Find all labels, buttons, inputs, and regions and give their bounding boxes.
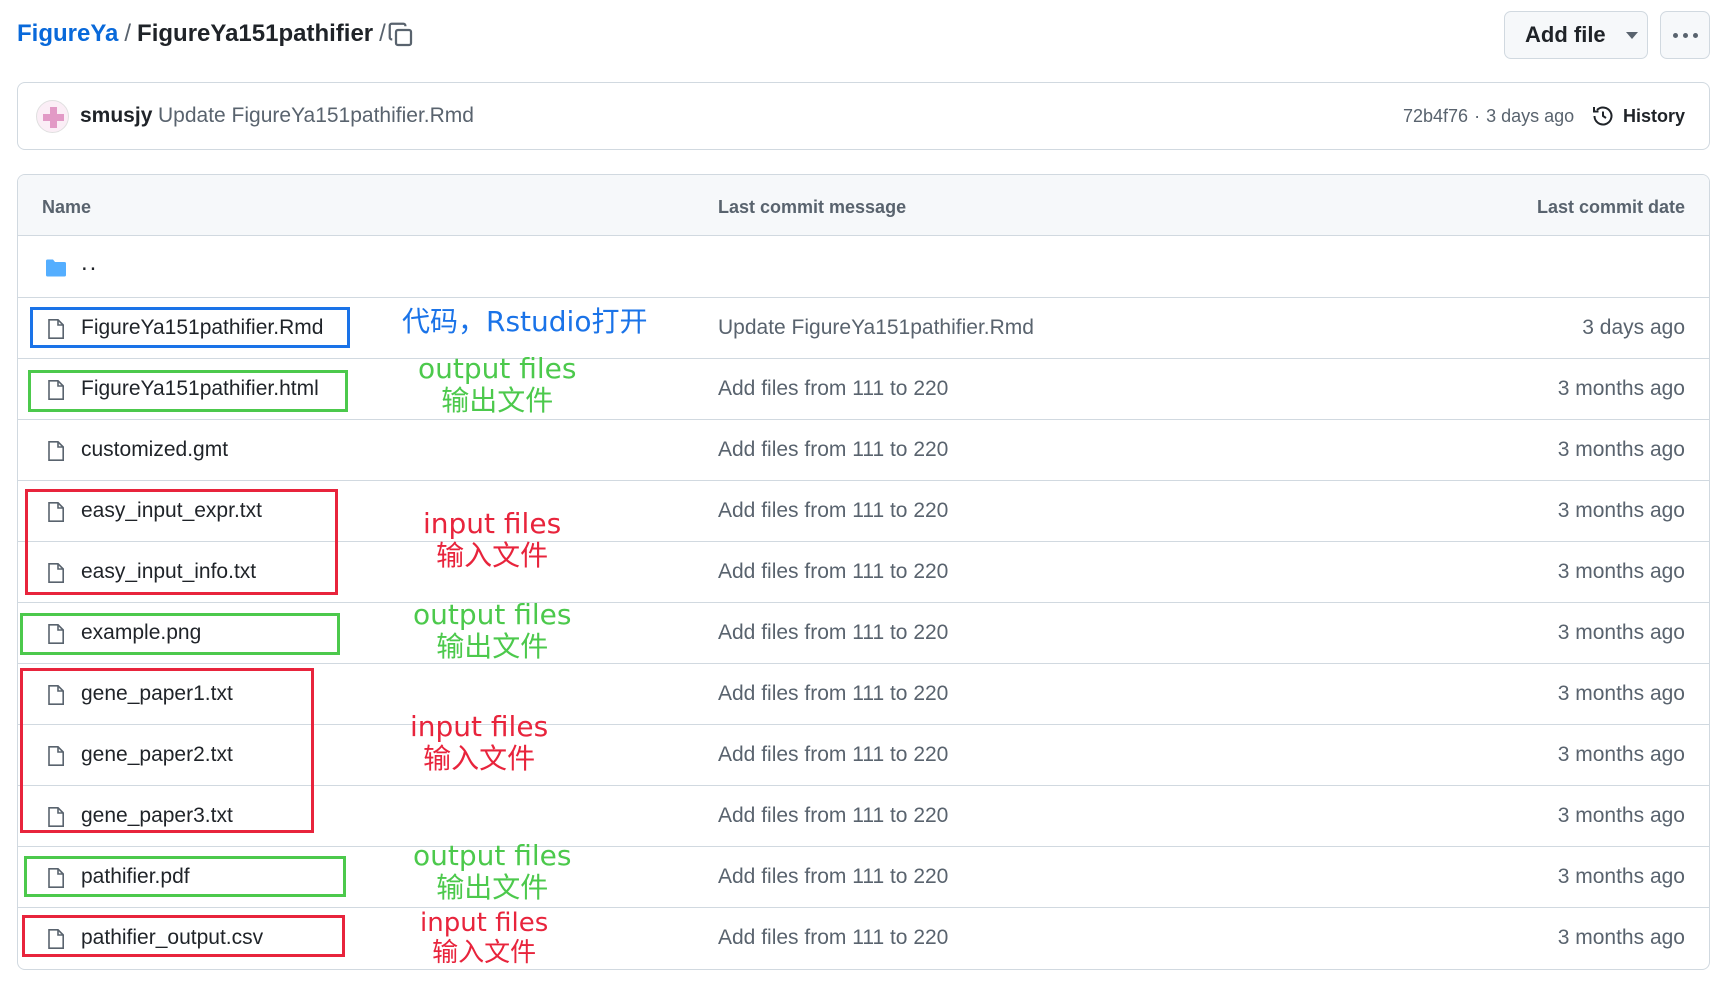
add-file-button[interactable]: Add file: [1504, 11, 1648, 59]
file-table: Name Last commit message Last commit dat…: [17, 174, 1710, 970]
commit-date: 3 days ago: [1582, 316, 1685, 339]
breadcrumb-separator: /: [124, 20, 132, 47]
commit-date: 3 months ago: [1557, 560, 1685, 583]
commit-message-link[interactable]: Add files from 111 to 220: [718, 621, 948, 645]
kebab-horizontal-icon: [1692, 32, 1698, 38]
commit-date: 3 months ago: [1557, 682, 1685, 705]
table-row: FigureYa151pathifier.Rmd Update FigureYa…: [18, 298, 1709, 359]
file-name-link[interactable]: easy_input_info.txt: [81, 560, 256, 584]
history-button[interactable]: History: [1591, 98, 1685, 134]
commit-sha-link[interactable]: 72b4f76: [1403, 106, 1468, 127]
breadcrumb-current-folder: FigureYa151pathifier: [137, 20, 374, 47]
parent-directory-link[interactable]: ..: [81, 249, 98, 277]
kebab-horizontal-icon: [1672, 32, 1678, 38]
commit-message-link[interactable]: Update FigureYa151pathifier.Rmd: [718, 316, 1034, 340]
file-name-link[interactable]: pathifier.pdf: [81, 865, 190, 889]
table-row: FigureYa151pathifier.html Add files from…: [18, 359, 1709, 420]
commit-date: 3 months ago: [1557, 743, 1685, 766]
commit-message-link[interactable]: Add files from 111 to 220: [718, 743, 948, 767]
table-row: gene_paper1.txt Add files from 111 to 22…: [18, 664, 1709, 725]
table-row: customized.gmt Add files from 111 to 220…: [18, 420, 1709, 481]
file-name-link[interactable]: easy_input_expr.txt: [81, 499, 262, 523]
file-icon: [48, 746, 64, 766]
commit-date: 3 months ago: [1557, 804, 1685, 827]
table-row: gene_paper2.txt Add files from 111 to 22…: [18, 725, 1709, 786]
commit-message-link[interactable]: Add files from 111 to 220: [718, 804, 948, 828]
table-header: Name Last commit message Last commit dat…: [18, 175, 1709, 236]
commit-message-link[interactable]: Add files from 111 to 220: [718, 682, 948, 706]
avatar[interactable]: [36, 100, 69, 133]
file-name-link[interactable]: pathifier_output.csv: [81, 926, 263, 950]
commit-date: 3 months ago: [1557, 621, 1685, 644]
file-icon: [48, 319, 64, 339]
file-name-link[interactable]: gene_paper2.txt: [81, 743, 233, 767]
file-name-link[interactable]: FigureYa151pathifier.html: [81, 377, 319, 401]
table-row: easy_input_expr.txt Add files from 111 t…: [18, 481, 1709, 542]
file-icon: [48, 868, 64, 888]
history-icon: [1593, 106, 1613, 126]
file-icon: [48, 441, 64, 461]
breadcrumb-owner-link[interactable]: FigureYa: [17, 20, 118, 48]
column-header-date: Last commit date: [1536, 197, 1685, 217]
breadcrumb: FigureYa / FigureYa151pathifier /: [17, 20, 386, 48]
file-name-link[interactable]: gene_paper1.txt: [81, 682, 233, 706]
kebab-horizontal-icon: [1682, 32, 1688, 38]
column-header-name: Name: [42, 197, 92, 217]
chevron-down-icon: [1625, 31, 1638, 39]
commit-date: 3 months ago: [1557, 499, 1685, 522]
commit-date: 3 months ago: [1557, 438, 1685, 461]
commit-message-link[interactable]: Add files from 111 to 220: [718, 499, 948, 523]
repo-header: FigureYa / FigureYa151pathifier / Add fi…: [0, 0, 1722, 72]
copy-icon: [388, 22, 413, 47]
table-row: pathifier.pdf Add files from 111 to 220 …: [18, 847, 1709, 908]
table-row: pathifier_output.csv Add files from 111 …: [18, 908, 1709, 969]
commit-date: 3 months ago: [1557, 865, 1685, 888]
commit-message-link[interactable]: Update FigureYa151pathifier.Rmd: [158, 104, 474, 128]
meta-separator: ·: [1474, 106, 1481, 126]
file-icon: [48, 929, 64, 949]
history-label: History: [1623, 105, 1686, 126]
latest-commit-bar: smusjy Update FigureYa151pathifier.Rmd 7…: [17, 82, 1710, 150]
file-icon: [48, 807, 64, 827]
file-name-link[interactable]: customized.gmt: [81, 438, 228, 462]
commit-meta: 72b4f76 · 3 days ago: [1403, 106, 1574, 127]
breadcrumb-trailing-separator: /: [379, 20, 386, 47]
file-name-link[interactable]: FigureYa151pathifier.Rmd: [81, 316, 323, 340]
commit-message-link[interactable]: Add files from 111 to 220: [718, 377, 948, 401]
commit-message-link[interactable]: Add files from 111 to 220: [718, 438, 948, 462]
parent-directory-row[interactable]: ..: [18, 237, 1709, 298]
commit-age: 3 days ago: [1486, 106, 1575, 126]
more-options-button[interactable]: [1660, 11, 1710, 59]
folder-icon: [46, 259, 66, 277]
commit-message-link[interactable]: Add files from 111 to 220: [718, 865, 948, 889]
commit-date: 3 months ago: [1557, 377, 1685, 400]
commit-date: 3 months ago: [1557, 926, 1685, 949]
column-header-message: Last commit message: [718, 197, 907, 217]
file-name-link[interactable]: gene_paper3.txt: [81, 804, 233, 828]
commit-message-link[interactable]: Add files from 111 to 220: [718, 926, 948, 950]
file-name-link[interactable]: example.png: [81, 621, 201, 645]
file-icon: [48, 380, 64, 400]
table-row: example.png Add files from 111 to 220 3 …: [18, 603, 1709, 664]
table-row: gene_paper3.txt Add files from 111 to 22…: [18, 786, 1709, 847]
copy-path-button[interactable]: [386, 20, 416, 50]
commit-author-link[interactable]: smusjy: [80, 104, 152, 128]
file-icon: [48, 685, 64, 705]
add-file-label: Add file: [1525, 22, 1606, 47]
file-icon: [48, 624, 64, 644]
file-icon: [48, 563, 64, 583]
identicon-icon: [43, 107, 64, 128]
file-icon: [48, 502, 64, 522]
table-row: easy_input_info.txt Add files from 111 t…: [18, 542, 1709, 603]
commit-message-link[interactable]: Add files from 111 to 220: [718, 560, 948, 584]
